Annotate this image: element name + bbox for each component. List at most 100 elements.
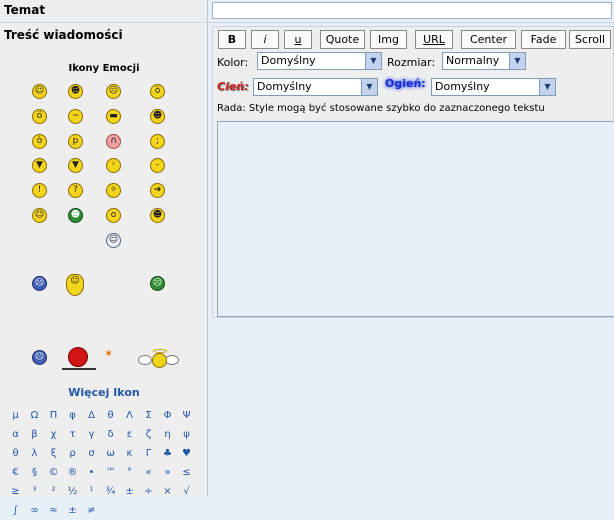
running-red-emoticon-icon[interactable] [58,344,98,372]
special-char-button[interactable]: ³ [25,482,44,501]
sad-emoticon-icon[interactable]: ☹ [106,84,121,99]
mad-emoticon-icon[interactable]: ò [32,134,47,149]
devil-emoticon-icon[interactable]: ▼ [32,158,47,173]
ghost-emoticon-icon[interactable]: ☺ [106,233,121,248]
special-char-button[interactable]: × [158,482,177,501]
quote-button[interactable]: Quote [320,30,365,49]
bunny-emoticon-icon[interactable]: ☺ [66,274,84,296]
scroll-button[interactable]: Scroll [569,30,611,49]
mrgreen-emoticon-icon[interactable]: ☻ [68,208,83,223]
bold-button[interactable]: B [218,30,246,49]
special-char-button[interactable]: ζ [139,425,158,444]
special-char-button[interactable]: Λ [120,406,139,425]
scared-emoticon-icon[interactable]: o [106,208,121,223]
color-select[interactable]: Domyślny ▼ [257,52,382,70]
special-char-button[interactable]: § [25,463,44,482]
neutral-smile-emoticon-icon[interactable]: ☺ [32,208,47,223]
wink-emoticon-icon[interactable]: ; [150,134,165,149]
grin-emoticon-icon[interactable]: ☻ [68,84,83,99]
special-char-button[interactable]: θ [101,406,120,425]
special-char-button[interactable]: ± [120,482,139,501]
special-char-button[interactable]: β [25,425,44,444]
special-char-button[interactable]: ρ [63,444,82,463]
blue-sad-emoticon-icon[interactable]: ☹ [32,276,47,291]
special-char-button[interactable]: ÷ [139,482,158,501]
special-char-button[interactable]: ω [101,444,120,463]
subject-input[interactable] [212,2,612,19]
special-char-button[interactable]: ½ [63,482,82,501]
special-char-button[interactable]: ° [120,463,139,482]
green-sick-emoticon-icon[interactable]: ☹ [150,276,165,291]
special-char-button[interactable]: » [158,463,177,482]
evil-emoticon-icon[interactable]: ▼ [68,158,83,173]
special-char-button[interactable]: φ [63,406,82,425]
special-char-button[interactable]: « [139,463,158,482]
glow-select[interactable]: Domyślny ▼ [431,78,556,96]
arrow-emoticon-icon[interactable]: ➜ [150,183,165,198]
laugh-emoticon-icon[interactable]: ☻ [150,109,165,124]
special-char-button[interactable]: √ [177,482,196,501]
url-button[interactable]: URL [415,30,453,49]
img-button[interactable]: Img [370,30,407,49]
special-char-button[interactable]: ≈ [44,501,63,520]
razz-emoticon-icon[interactable]: p [68,134,83,149]
special-char-button[interactable]: ε [120,425,139,444]
size-select[interactable]: Normalny ▼ [442,52,526,70]
special-char-button[interactable]: ≥ [6,482,25,501]
special-char-button[interactable]: ∞ [25,501,44,520]
special-char-button[interactable]: κ [120,444,139,463]
special-char-button[interactable]: ∫ [6,501,25,520]
center-button[interactable]: Center [461,30,516,49]
italic-button[interactable]: i [251,30,279,49]
special-char-button[interactable]: • [82,463,101,482]
surprised-emoticon-icon[interactable]: ö [150,84,165,99]
special-char-button[interactable]: Ψ [177,406,196,425]
special-char-button[interactable]: € [6,463,25,482]
special-char-button[interactable]: α [6,425,25,444]
special-char-button[interactable]: ψ [177,425,196,444]
shadow-select[interactable]: Domyślny ▼ [253,78,378,96]
fade-button[interactable]: Fade [521,30,566,49]
special-char-button[interactable]: Ω [25,406,44,425]
special-char-button[interactable]: μ [6,406,25,425]
neutral-emoticon-icon[interactable]: - [150,158,165,173]
blue-frown-emoticon-icon[interactable]: ☹ [32,350,47,365]
idea-emoticon-icon[interactable]: ✧ [106,183,121,198]
special-char-button[interactable]: Φ [158,406,177,425]
fire-emoticon-icon[interactable]: ✶ [104,347,124,363]
special-char-button[interactable]: ≤ [177,463,196,482]
special-char-button[interactable]: © [44,463,63,482]
shocked-emoticon-icon[interactable]: ö [32,109,47,124]
angel-emoticon-icon[interactable] [138,349,180,371]
special-char-button[interactable]: ™ [101,463,120,482]
special-char-button[interactable]: ± [63,501,82,520]
special-char-button[interactable]: η [158,425,177,444]
special-char-button[interactable]: Π [44,406,63,425]
confused-emoticon-icon[interactable]: ~ [68,109,83,124]
more-icons-link[interactable]: Więcej Ikon [0,386,208,399]
special-char-button[interactable]: ξ [44,444,63,463]
message-textarea[interactable] [217,121,614,317]
exclaim-emoticon-icon[interactable]: ! [32,183,47,198]
special-char-button[interactable]: δ [101,425,120,444]
special-char-button[interactable]: ¾ [101,482,120,501]
special-char-button[interactable]: ® [63,463,82,482]
rolleyes-emoticon-icon[interactable]: ◦ [106,158,121,173]
special-char-button[interactable]: ≠ [82,501,101,520]
special-char-button[interactable]: λ [25,444,44,463]
underline-button[interactable]: u [284,30,312,49]
special-char-button[interactable]: ♥ [177,444,196,463]
special-char-button[interactable]: γ [82,425,101,444]
smile-emoticon-icon[interactable]: ☺ [32,84,47,99]
special-char-button[interactable]: ♣ [158,444,177,463]
cool-emoticon-icon[interactable]: ▬ [106,109,121,124]
special-char-button[interactable]: ² [44,482,63,501]
special-char-button[interactable]: ¹ [82,482,101,501]
special-char-button[interactable]: σ [82,444,101,463]
question-emoticon-icon[interactable]: ? [68,183,83,198]
special-char-button[interactable]: Σ [139,406,158,425]
embarrassed-emoticon-icon[interactable]: ∩ [106,134,121,149]
special-char-button[interactable]: τ [63,425,82,444]
special-char-button[interactable]: Δ [82,406,101,425]
twisted-emoticon-icon[interactable]: ☻ [150,208,165,223]
